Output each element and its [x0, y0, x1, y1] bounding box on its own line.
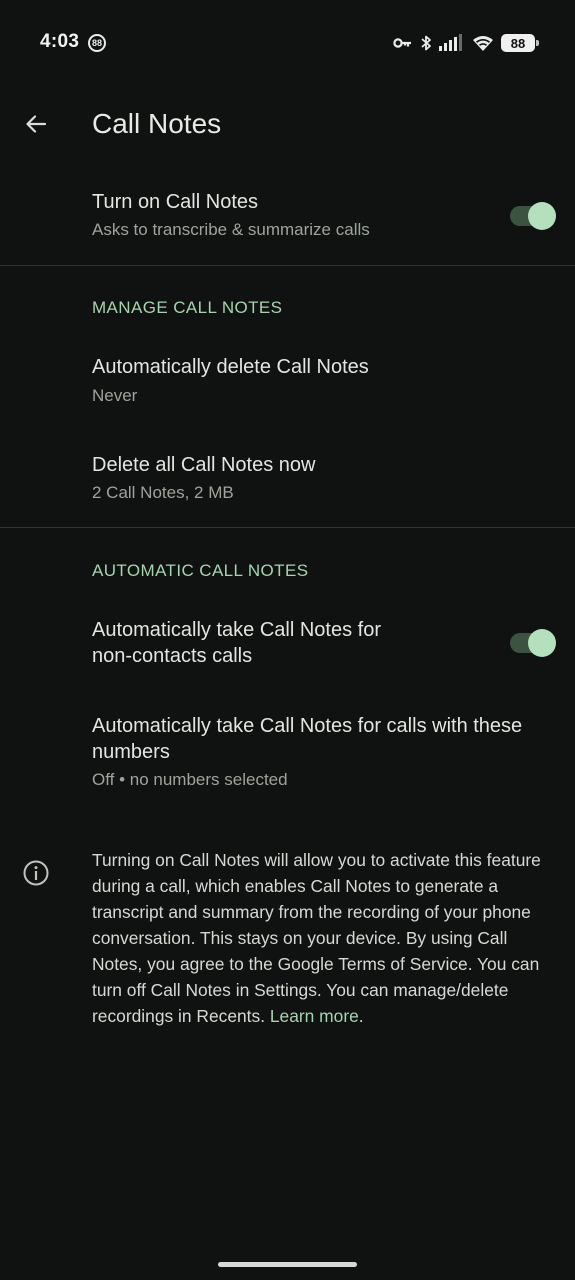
turn-on-call-notes-summary: Asks to transcribe & summarize calls [92, 220, 370, 239]
non-contacts-title-line2: non-contacts calls [92, 645, 253, 667]
these-numbers-title-line2: numbers [92, 741, 170, 763]
toggle-thumb [528, 202, 556, 230]
divider [0, 527, 575, 528]
key-icon [393, 36, 413, 50]
notification-badge-icon: 88 [88, 34, 106, 52]
auto-delete-title: Automatically delete Call Notes [92, 356, 369, 378]
signal-icon [439, 34, 465, 52]
status-time: 4:03 [40, 31, 80, 52]
gesture-navigation-bar[interactable] [218, 1262, 357, 1267]
arrow-back-icon [24, 112, 48, 141]
automatic-call-notes-header: AUTOMATIC CALL NOTES [92, 561, 309, 580]
info-text: Turning on Call Notes will allow you to … [92, 847, 554, 1029]
auto-delete-summary: Never [92, 386, 138, 405]
these-numbers-summary: Off • no numbers selected [92, 770, 288, 789]
status-icons: 88 [393, 32, 539, 54]
turn-on-call-notes-title: Turn on Call Notes [92, 191, 258, 213]
info-icon [22, 859, 50, 887]
these-numbers-title-line1: Automatically take Call Notes for calls … [92, 715, 523, 737]
delete-all-summary: 2 Call Notes, 2 MB [92, 483, 234, 502]
non-contacts-row[interactable]: Automatically take Call Notes for non-co… [0, 604, 575, 684]
battery-icon: 88 [501, 34, 539, 52]
turn-on-call-notes-row[interactable]: Turn on Call Notes Asks to transcribe & … [0, 176, 575, 264]
delete-all-row[interactable]: Delete all Call Notes now 2 Call Notes, … [0, 438, 575, 522]
status-bar: 4:03 88 88 [0, 0, 575, 86]
non-contacts-title-line1: Automatically take Call Notes for [92, 619, 382, 641]
divider [0, 265, 575, 266]
toggle-thumb [528, 629, 556, 657]
bluetooth-icon [420, 34, 432, 52]
app-bar: Call Notes [0, 96, 575, 156]
delete-all-title: Delete all Call Notes now [92, 454, 316, 476]
info-suffix: . [358, 1006, 364, 1026]
these-numbers-row[interactable]: Automatically take Call Notes for calls … [0, 702, 575, 802]
auto-delete-row[interactable]: Automatically delete Call Notes Never [0, 340, 575, 424]
non-contacts-toggle[interactable] [510, 629, 556, 657]
wifi-icon [472, 34, 494, 52]
info-body: Turning on Call Notes will allow you to … [92, 850, 541, 1026]
learn-more-link[interactable]: Learn more [270, 1006, 359, 1026]
turn-on-call-notes-toggle[interactable] [510, 202, 556, 230]
back-button[interactable] [16, 106, 56, 146]
page-title: Call Notes [92, 108, 222, 139]
manage-call-notes-header: MANAGE CALL NOTES [92, 298, 283, 317]
